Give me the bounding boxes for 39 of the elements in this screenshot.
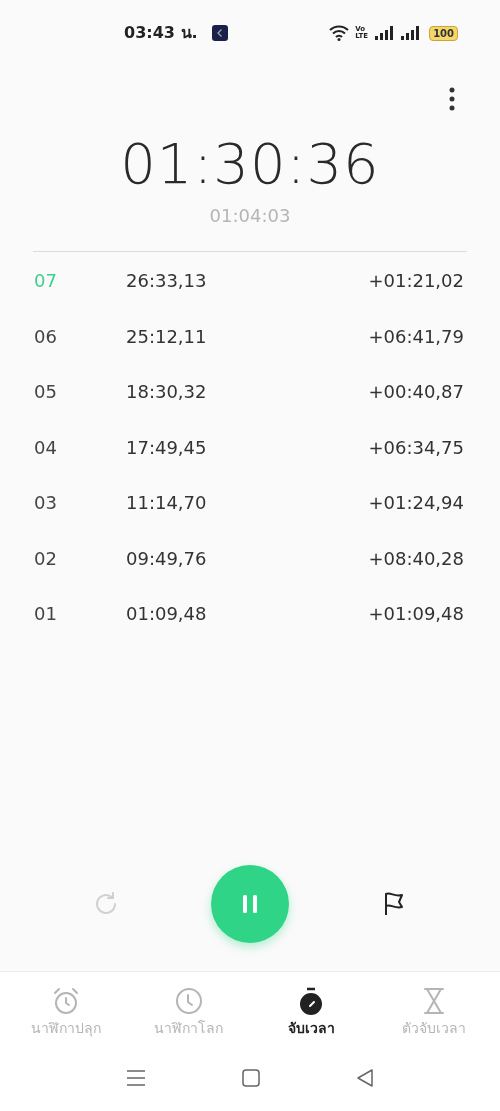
lap-number: 03 [34, 491, 58, 516]
lap-number: 02 [34, 546, 58, 571]
lap-split-time: +00:40,87 [368, 380, 465, 405]
signal-icon [375, 26, 396, 40]
lap-total-time: 09:49,76 [126, 546, 208, 571]
back-icon[interactable] [356, 1069, 374, 1087]
lap-split-time: +01:09,48 [368, 602, 465, 627]
lap-number: 01 [34, 602, 58, 627]
lap-number: 04 [34, 435, 58, 460]
lap-total-time: 17:49,45 [126, 435, 208, 460]
lap-split-time: +01:21,02 [368, 269, 465, 294]
lap-total-time: 18:30,32 [126, 380, 208, 405]
lap-number: 05 [34, 380, 58, 405]
nav-tab[interactable]: นาฬิกาโลก [127, 986, 250, 1039]
signal-icon [401, 26, 422, 40]
nav-tab[interactable]: จับเวลา [250, 986, 373, 1039]
lap-total-time: 26:33,13 [126, 269, 208, 294]
lap-split-time: +01:24,94 [368, 491, 465, 516]
status-time: 03:43 น. [124, 22, 198, 44]
home-icon[interactable] [242, 1069, 260, 1087]
nav-tab[interactable]: ตัวจับเวลา [372, 986, 495, 1039]
lap-total-time: 01:09,48 [126, 602, 208, 627]
battery-indicator: 100 [429, 25, 458, 41]
pause-icon [242, 894, 258, 914]
lap-total-time: 25:12,11 [126, 324, 208, 349]
clock-icon [173, 986, 204, 1016]
nav-tab[interactable]: นาฬิกาปลุก [5, 986, 128, 1039]
lap-total-time: 11:14,70 [126, 491, 208, 516]
lap-number: 07 [34, 269, 58, 294]
wifi-icon [329, 25, 350, 41]
lap-split-time: +08:40,28 [368, 546, 465, 571]
lap-split-time: +06:34,75 [368, 435, 465, 460]
menu-icon[interactable] [126, 1069, 146, 1087]
more-vertical-icon [449, 87, 455, 111]
lap-number: 06 [34, 324, 58, 349]
elapsed-time: 01:30:36 [120, 132, 380, 196]
app-notification-icon [211, 25, 228, 41]
current-lap-time: 01:04:03 [209, 204, 291, 228]
lap-split-time: +06:41,79 [368, 324, 465, 349]
